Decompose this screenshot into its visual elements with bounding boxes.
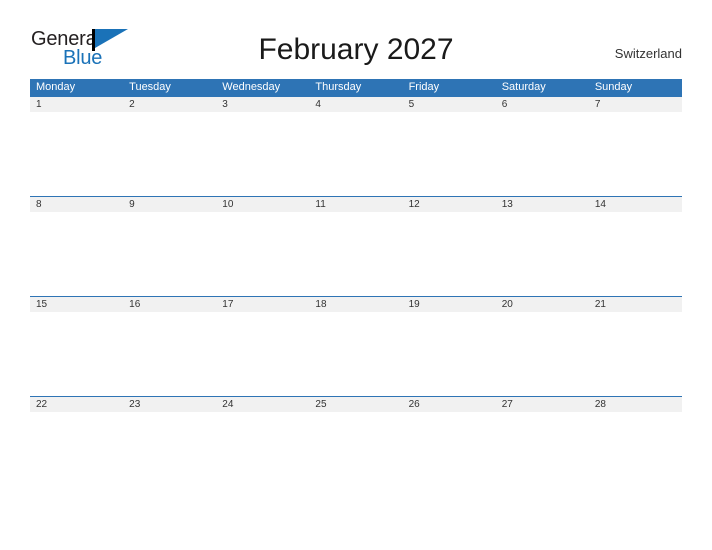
date-number[interactable]: 7: [589, 97, 682, 112]
week-row: 22 23 24 25 26 27 28: [30, 396, 682, 496]
day-cell[interactable]: [309, 212, 402, 296]
weekday-header-row: Monday Tuesday Wednesday Thursday Friday…: [30, 79, 682, 96]
weekday-sunday: Sunday: [594, 81, 633, 93]
day-cell[interactable]: [309, 112, 402, 196]
week-date-band: 22 23 24 25 26 27 28: [30, 397, 682, 412]
date-number[interactable]: 5: [403, 97, 496, 112]
day-cell[interactable]: [589, 212, 682, 296]
week-row: 1 2 3 4 5 6 7: [30, 96, 682, 196]
week-date-band: 1 2 3 4 5 6 7: [30, 97, 682, 112]
date-number[interactable]: 21: [589, 297, 682, 312]
week-event-band: [30, 412, 682, 496]
date-number[interactable]: 15: [30, 297, 123, 312]
date-number[interactable]: 13: [496, 197, 589, 212]
day-cell[interactable]: [30, 112, 123, 196]
date-number[interactable]: 2: [123, 97, 216, 112]
date-number[interactable]: 27: [496, 397, 589, 412]
date-number[interactable]: 25: [309, 397, 402, 412]
location-label: Switzerland: [614, 46, 682, 61]
day-cell[interactable]: [589, 112, 682, 196]
date-number[interactable]: 19: [403, 297, 496, 312]
weekday-thursday: Thursday: [315, 81, 362, 93]
day-cell[interactable]: [216, 112, 309, 196]
date-number[interactable]: 20: [496, 297, 589, 312]
date-number[interactable]: 4: [309, 97, 402, 112]
weekday-friday: Friday: [408, 81, 440, 93]
day-cell[interactable]: [496, 212, 589, 296]
day-cell[interactable]: [309, 312, 402, 396]
day-cell[interactable]: [403, 112, 496, 196]
date-number[interactable]: 10: [216, 197, 309, 212]
date-number[interactable]: 17: [216, 297, 309, 312]
date-number[interactable]: 1: [30, 97, 123, 112]
weekday-saturday: Saturday: [501, 81, 546, 93]
weekday-tuesday: Tuesday: [129, 81, 171, 93]
week-date-band: 15 16 17 18 19 20 21: [30, 297, 682, 312]
date-number[interactable]: 9: [123, 197, 216, 212]
date-number[interactable]: 18: [309, 297, 402, 312]
week-date-band: 8 9 10 11 12 13 14: [30, 197, 682, 212]
day-cell[interactable]: [496, 412, 589, 496]
date-number[interactable]: 3: [216, 97, 309, 112]
day-cell[interactable]: [589, 412, 682, 496]
day-cell[interactable]: [216, 412, 309, 496]
date-number[interactable]: 11: [309, 197, 402, 212]
date-number[interactable]: 24: [216, 397, 309, 412]
day-cell[interactable]: [123, 112, 216, 196]
date-number[interactable]: 22: [30, 397, 123, 412]
week-event-band: [30, 212, 682, 296]
weekday-wednesday: Wednesday: [222, 81, 281, 93]
day-cell[interactable]: [589, 312, 682, 396]
day-cell[interactable]: [403, 412, 496, 496]
day-cell[interactable]: [123, 412, 216, 496]
day-cell[interactable]: [30, 412, 123, 496]
date-number[interactable]: 12: [403, 197, 496, 212]
date-number[interactable]: 28: [589, 397, 682, 412]
page-header: General Blue February 2027 Switzerland: [0, 0, 712, 78]
day-cell[interactable]: [30, 312, 123, 396]
day-cell[interactable]: [403, 212, 496, 296]
day-cell[interactable]: [216, 312, 309, 396]
day-cell[interactable]: [496, 312, 589, 396]
date-number[interactable]: 26: [403, 397, 496, 412]
day-cell[interactable]: [403, 312, 496, 396]
week-row: 8 9 10 11 12 13 14: [30, 196, 682, 296]
day-cell[interactable]: [496, 112, 589, 196]
page-title: February 2027: [258, 33, 454, 66]
week-row: 15 16 17 18 19 20 21: [30, 296, 682, 396]
day-cell[interactable]: [123, 312, 216, 396]
day-cell[interactable]: [123, 212, 216, 296]
date-number[interactable]: 6: [496, 97, 589, 112]
day-cell[interactable]: [216, 212, 309, 296]
date-number[interactable]: 8: [30, 197, 123, 212]
calendar-grid: Monday Tuesday Wednesday Thursday Friday…: [30, 79, 682, 496]
date-number[interactable]: 16: [123, 297, 216, 312]
week-event-band: [30, 312, 682, 396]
day-cell[interactable]: [309, 412, 402, 496]
week-event-band: [30, 112, 682, 196]
day-cell[interactable]: [30, 212, 123, 296]
weekday-monday: Monday: [36, 81, 76, 93]
date-number[interactable]: 23: [123, 397, 216, 412]
date-number[interactable]: 14: [589, 197, 682, 212]
calendar-page: General Blue February 2027 Switzerland M…: [0, 0, 712, 550]
